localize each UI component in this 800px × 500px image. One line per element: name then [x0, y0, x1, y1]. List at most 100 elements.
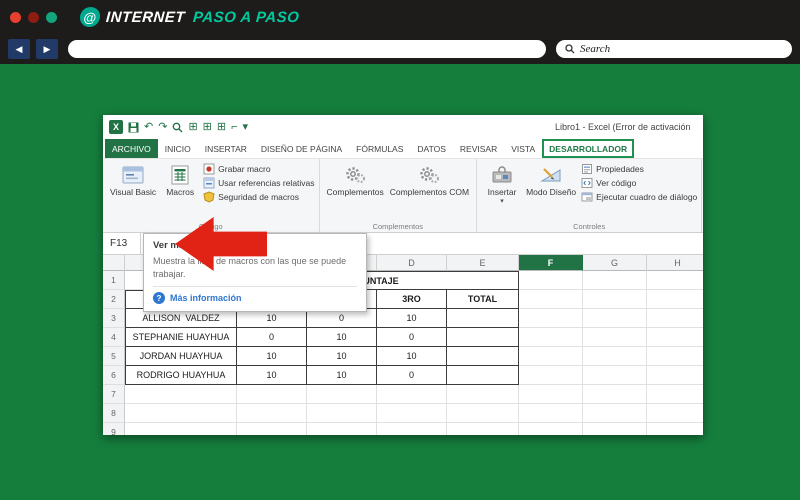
cell[interactable] — [447, 328, 519, 347]
cell[interactable] — [519, 309, 583, 328]
redo-icon[interactable]: ↷ — [158, 121, 167, 133]
cell[interactable]: 10 — [307, 347, 377, 366]
tab-diseno-de-pagina[interactable]: DISEÑO DE PÁGINA — [254, 139, 349, 158]
cell[interactable] — [647, 271, 703, 290]
cell[interactable]: TOTAL — [447, 290, 519, 309]
url-input[interactable] — [68, 40, 546, 58]
cell[interactable]: 10 — [377, 309, 447, 328]
cell[interactable] — [447, 385, 519, 404]
cell[interactable] — [519, 328, 583, 347]
cell[interactable]: 10 — [237, 347, 307, 366]
grabar-macro-button[interactable]: Grabar macro — [203, 162, 314, 176]
cell[interactable] — [307, 423, 377, 435]
qat-dropdown-icon[interactable]: ▾ — [243, 121, 249, 133]
corner-icon[interactable]: ⌐ — [231, 121, 237, 133]
propiedades-button[interactable]: Propiedades — [581, 162, 697, 176]
row-header-7[interactable]: 7 — [103, 385, 125, 404]
cell[interactable] — [583, 290, 647, 309]
save-icon[interactable] — [128, 122, 139, 133]
cell[interactable] — [583, 404, 647, 423]
cell[interactable]: 10 — [307, 366, 377, 385]
cell[interactable]: 3RO — [377, 290, 447, 309]
cell[interactable]: 10 — [307, 328, 377, 347]
cell[interactable] — [447, 404, 519, 423]
cell[interactable] — [307, 404, 377, 423]
cell[interactable]: JORDAN HUAYHUA — [125, 347, 237, 366]
col-header-F[interactable]: F — [519, 255, 583, 271]
cell[interactable] — [519, 290, 583, 309]
complementos-button[interactable]: Complementos — [324, 162, 387, 199]
cell[interactable] — [647, 404, 703, 423]
tab-insertar[interactable]: INSERTAR — [198, 139, 254, 158]
row-header-1[interactable]: 1 — [103, 271, 125, 290]
cell[interactable] — [447, 309, 519, 328]
cell[interactable] — [377, 404, 447, 423]
referencias-relativas-button[interactable]: Usar referencias relativas — [203, 176, 315, 190]
cell[interactable]: 0 — [237, 328, 307, 347]
cell[interactable] — [519, 423, 583, 435]
cell[interactable] — [647, 309, 703, 328]
tab-datos[interactable]: DATOS — [410, 139, 453, 158]
mas-informacion-link[interactable]: ? Más información — [153, 292, 357, 305]
tab-formulas[interactable]: FÓRMULAS — [349, 139, 410, 158]
cell[interactable] — [647, 290, 703, 309]
seguridad-macros-button[interactable]: Seguridad de macros — [203, 190, 314, 204]
cell[interactable] — [125, 385, 237, 404]
cell[interactable]: STEPHANIE HUAYHUA — [125, 328, 237, 347]
cell[interactable]: 0 — [377, 366, 447, 385]
name-box[interactable]: F13 — [103, 233, 141, 254]
tab-desarrollador[interactable]: DESARROLLADOR — [542, 139, 635, 158]
cell[interactable]: 10 — [377, 347, 447, 366]
window-dot-darkred[interactable] — [28, 11, 39, 23]
visual-basic-button[interactable]: Visual Basic — [107, 162, 159, 199]
cell[interactable] — [519, 347, 583, 366]
tab-revisar[interactable]: REVISAR — [453, 139, 504, 158]
cell[interactable] — [519, 404, 583, 423]
cell[interactable] — [647, 328, 703, 347]
cell[interactable] — [583, 347, 647, 366]
cell[interactable] — [583, 309, 647, 328]
insertar-dropdown-icon[interactable]: ▾ — [500, 198, 504, 205]
cell[interactable] — [647, 385, 703, 404]
search-input[interactable]: Search — [556, 40, 792, 58]
cell[interactable]: 10 — [237, 366, 307, 385]
tab-vista[interactable]: VISTA — [504, 139, 542, 158]
row-header-6[interactable]: 6 — [103, 366, 125, 385]
grid-icon[interactable]: ⊞ — [203, 121, 212, 133]
modo-diseno-button[interactable]: Modo Diseño — [523, 162, 579, 199]
window-dot-red[interactable] — [10, 11, 21, 23]
ver-codigo-button[interactable]: Ver código — [581, 176, 697, 190]
row-header-9[interactable]: 9 — [103, 423, 125, 435]
cell[interactable] — [447, 366, 519, 385]
cell[interactable] — [377, 423, 447, 435]
cell[interactable] — [125, 423, 237, 435]
cell[interactable] — [583, 366, 647, 385]
insertar-control-button[interactable]: Insertar ▾ — [481, 162, 523, 206]
cell[interactable] — [307, 385, 377, 404]
macros-button[interactable]: Macros — [159, 162, 201, 199]
cell[interactable] — [237, 423, 307, 435]
col-header-H[interactable]: H — [647, 255, 703, 271]
cell[interactable] — [447, 347, 519, 366]
forward-button[interactable]: ▶ — [36, 39, 58, 59]
row-header-5[interactable]: 5 — [103, 347, 125, 366]
row-header-2[interactable]: 2 — [103, 290, 125, 309]
cell[interactable] — [519, 385, 583, 404]
excel-app-icon[interactable]: X — [109, 120, 123, 134]
cell[interactable] — [447, 423, 519, 435]
cell[interactable]: 0 — [377, 328, 447, 347]
cell[interactable] — [125, 404, 237, 423]
tab-archivo[interactable]: ARCHIVO — [105, 139, 158, 158]
row-header-8[interactable]: 8 — [103, 404, 125, 423]
cell[interactable] — [647, 366, 703, 385]
cell[interactable] — [583, 271, 647, 290]
col-header-D[interactable]: D — [377, 255, 447, 271]
cell[interactable] — [519, 366, 583, 385]
grid-icon[interactable]: ⊞ — [188, 121, 197, 133]
cell[interactable] — [583, 328, 647, 347]
cell[interactable] — [237, 385, 307, 404]
cell[interactable] — [647, 347, 703, 366]
col-header-E[interactable]: E — [447, 255, 519, 271]
complementos-com-button[interactable]: Complementos COM — [387, 162, 472, 199]
row-header-4[interactable]: 4 — [103, 328, 125, 347]
